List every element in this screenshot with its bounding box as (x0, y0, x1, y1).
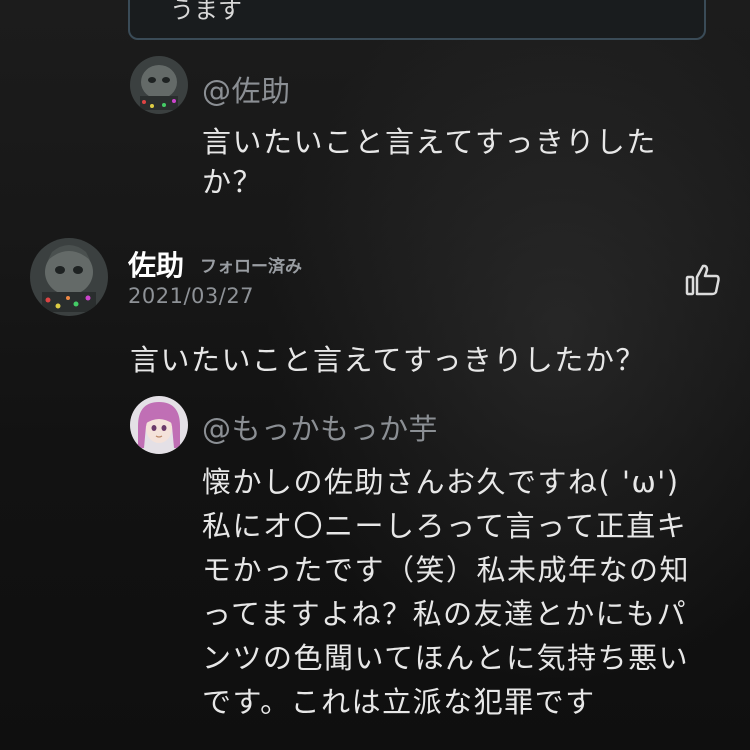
quoted-comment-box[interactable]: うます (128, 0, 706, 40)
avatar-sasuke[interactable] (30, 238, 108, 316)
avatar-sasuke-small[interactable] (130, 56, 188, 114)
like-button[interactable] (684, 262, 722, 298)
quoted-comment-text: うます (170, 0, 242, 24)
main-comment-text: 言いたいこと言えてすっきりしたか？ (130, 343, 646, 377)
thread-reply-text: 言いたいこと言えてすっきりした か？ (202, 125, 657, 199)
reply-handle[interactable]: @もっかもっか芋 (202, 406, 438, 448)
avatar-mokka[interactable] (130, 396, 188, 454)
thread-reply-handle[interactable]: @佐助 (202, 68, 291, 110)
reply-text: 懐かしの佐助さんお久ですね( 'ω') 私にオ〇ニーしろって言って正直キ モかっ… (202, 465, 691, 719)
comment-date: 2021/03/27 (128, 284, 255, 308)
comment-thread-screen: うます @佐助 言いたいこと言えてすっきりした か？ 佐助 フォロー済み 202… (0, 0, 750, 750)
comment-author-name[interactable]: 佐助 (128, 244, 184, 284)
follow-status-badge: フォロー済み (200, 257, 302, 277)
thumbs-up-icon (684, 264, 722, 302)
